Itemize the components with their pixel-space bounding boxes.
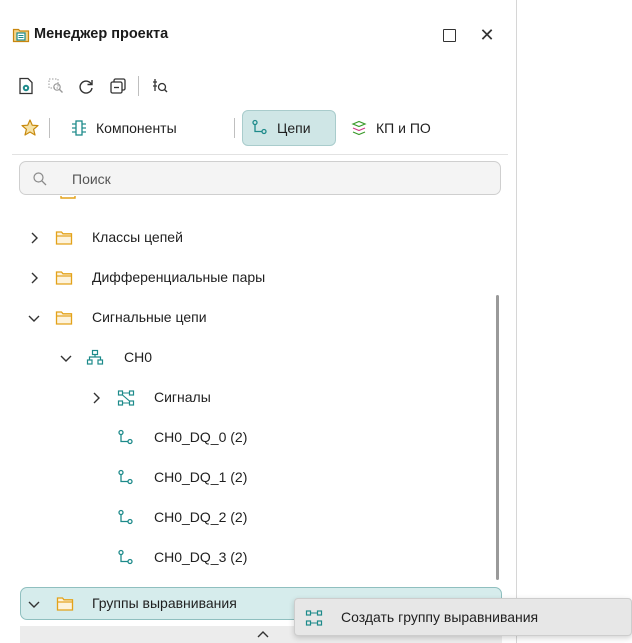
alignment-group-icon xyxy=(305,610,323,626)
close-icon: ✕ xyxy=(479,24,495,45)
tree-item-diff-pairs[interactable]: Дифференциальные пары xyxy=(0,260,516,296)
tree-item-label: Дифференциальные пары xyxy=(92,269,266,285)
tree-item-label: CH0_DQ_2 (2) xyxy=(154,509,248,525)
panel-title: Менеджер проекта xyxy=(34,26,169,42)
project-manager-icon xyxy=(12,28,30,43)
tab-nets-label: Цепи xyxy=(277,120,311,136)
zoom-selection-button[interactable] xyxy=(46,76,66,96)
tree-item-net-classes[interactable]: Классы цепей xyxy=(0,220,516,256)
folder-icon xyxy=(55,231,73,245)
tree-item-signal-nets[interactable]: Сигнальные цепи xyxy=(0,300,516,336)
folder-icon xyxy=(60,196,76,199)
view-tabs: Компоненты Цепи КП и ПО xyxy=(16,110,506,146)
chevron-down-icon[interactable] xyxy=(26,310,42,326)
tab-components[interactable]: Компоненты xyxy=(62,110,185,146)
tab-pads-label: КП и ПО xyxy=(376,120,431,136)
chevron-right-icon[interactable] xyxy=(26,230,42,246)
file-view-button[interactable] xyxy=(16,76,36,96)
net-icon xyxy=(118,429,133,445)
folder-icon xyxy=(55,311,73,325)
refresh-button[interactable] xyxy=(76,76,96,96)
tab-components-label: Компоненты xyxy=(96,120,177,136)
net-icon xyxy=(252,119,267,135)
folder-icon xyxy=(56,597,74,611)
tree-item-label: Сигнальные цепи xyxy=(92,309,207,325)
tree-item-label: CH0 xyxy=(124,349,153,365)
project-manager-panel: Менеджер проекта ✕ Компоненты Цепи КП и … xyxy=(0,0,517,643)
tree-item-label: Сигналы xyxy=(154,389,211,405)
tree-item-net[interactable]: CH0_DQ_2 (2) xyxy=(0,500,516,536)
folder-icon xyxy=(55,271,73,285)
star-icon xyxy=(21,119,39,136)
collapse-icon xyxy=(110,78,126,94)
tab-nets[interactable]: Цепи xyxy=(242,110,336,146)
chevron-down-icon[interactable] xyxy=(58,350,74,366)
toolbar-separator xyxy=(138,76,139,96)
signals-icon xyxy=(117,390,135,406)
chevron-up-icon[interactable] xyxy=(256,628,270,640)
net-icon xyxy=(118,509,133,525)
maximize-button[interactable] xyxy=(438,24,460,46)
tree-item-ch0[interactable]: CH0 xyxy=(0,340,516,376)
context-menu-item-create-alignment-group[interactable]: Создать группу выравнивания xyxy=(295,599,631,635)
tree-item-net[interactable]: CH0_DQ_0 (2) xyxy=(0,420,516,456)
net-icon xyxy=(118,549,133,565)
tree-item-label: Классы цепей xyxy=(92,229,183,245)
panel-titlebar: Менеджер проекта ✕ xyxy=(0,18,516,52)
tree-item-label: CH0_DQ_3 (2) xyxy=(154,549,248,565)
tab-separator xyxy=(234,118,235,138)
find-component-button[interactable] xyxy=(150,76,170,96)
panel-toolbar xyxy=(16,72,496,100)
tree-item-label: Группы выравнивания xyxy=(92,595,237,611)
search-input[interactable] xyxy=(70,168,494,190)
tree-item-net[interactable]: CH0_DQ_1 (2) xyxy=(0,460,516,496)
tab-separator xyxy=(49,118,50,138)
context-menu: Создать группу выравнивания xyxy=(294,598,632,636)
tree-item-label: CH0_DQ_1 (2) xyxy=(154,469,248,485)
context-menu-item-label: Создать группу выравнивания xyxy=(341,609,539,625)
chevron-right-icon[interactable] xyxy=(26,270,42,286)
favorites-button[interactable] xyxy=(16,110,44,146)
file-view-icon xyxy=(19,77,33,95)
tree-item-net[interactable]: CH0_DQ_3 (2) xyxy=(0,540,516,576)
divider xyxy=(12,154,508,155)
search-icon xyxy=(33,172,47,186)
chevron-down-icon[interactable] xyxy=(26,596,42,612)
tree-scrollbar[interactable] xyxy=(496,295,499,580)
close-button[interactable]: ✕ xyxy=(476,24,498,46)
net-icon xyxy=(118,469,133,485)
tab-pads[interactable]: КП и ПО xyxy=(342,110,439,146)
refresh-icon xyxy=(79,80,93,94)
tree-item-signals[interactable]: Сигналы xyxy=(0,380,516,416)
components-icon xyxy=(72,120,86,136)
search-box xyxy=(19,161,501,195)
net-tree: Классы цепей Дифференциальные пары Сигна… xyxy=(0,196,516,643)
zoom-selection-icon xyxy=(48,78,63,93)
tree-item-label: CH0_DQ_0 (2) xyxy=(154,429,248,445)
collapse-all-button[interactable] xyxy=(108,76,128,96)
maximize-icon xyxy=(442,28,456,42)
net-group-icon xyxy=(86,349,104,365)
chevron-right-icon[interactable] xyxy=(88,390,104,406)
pads-icon xyxy=(351,120,367,136)
find-component-icon xyxy=(153,79,168,93)
